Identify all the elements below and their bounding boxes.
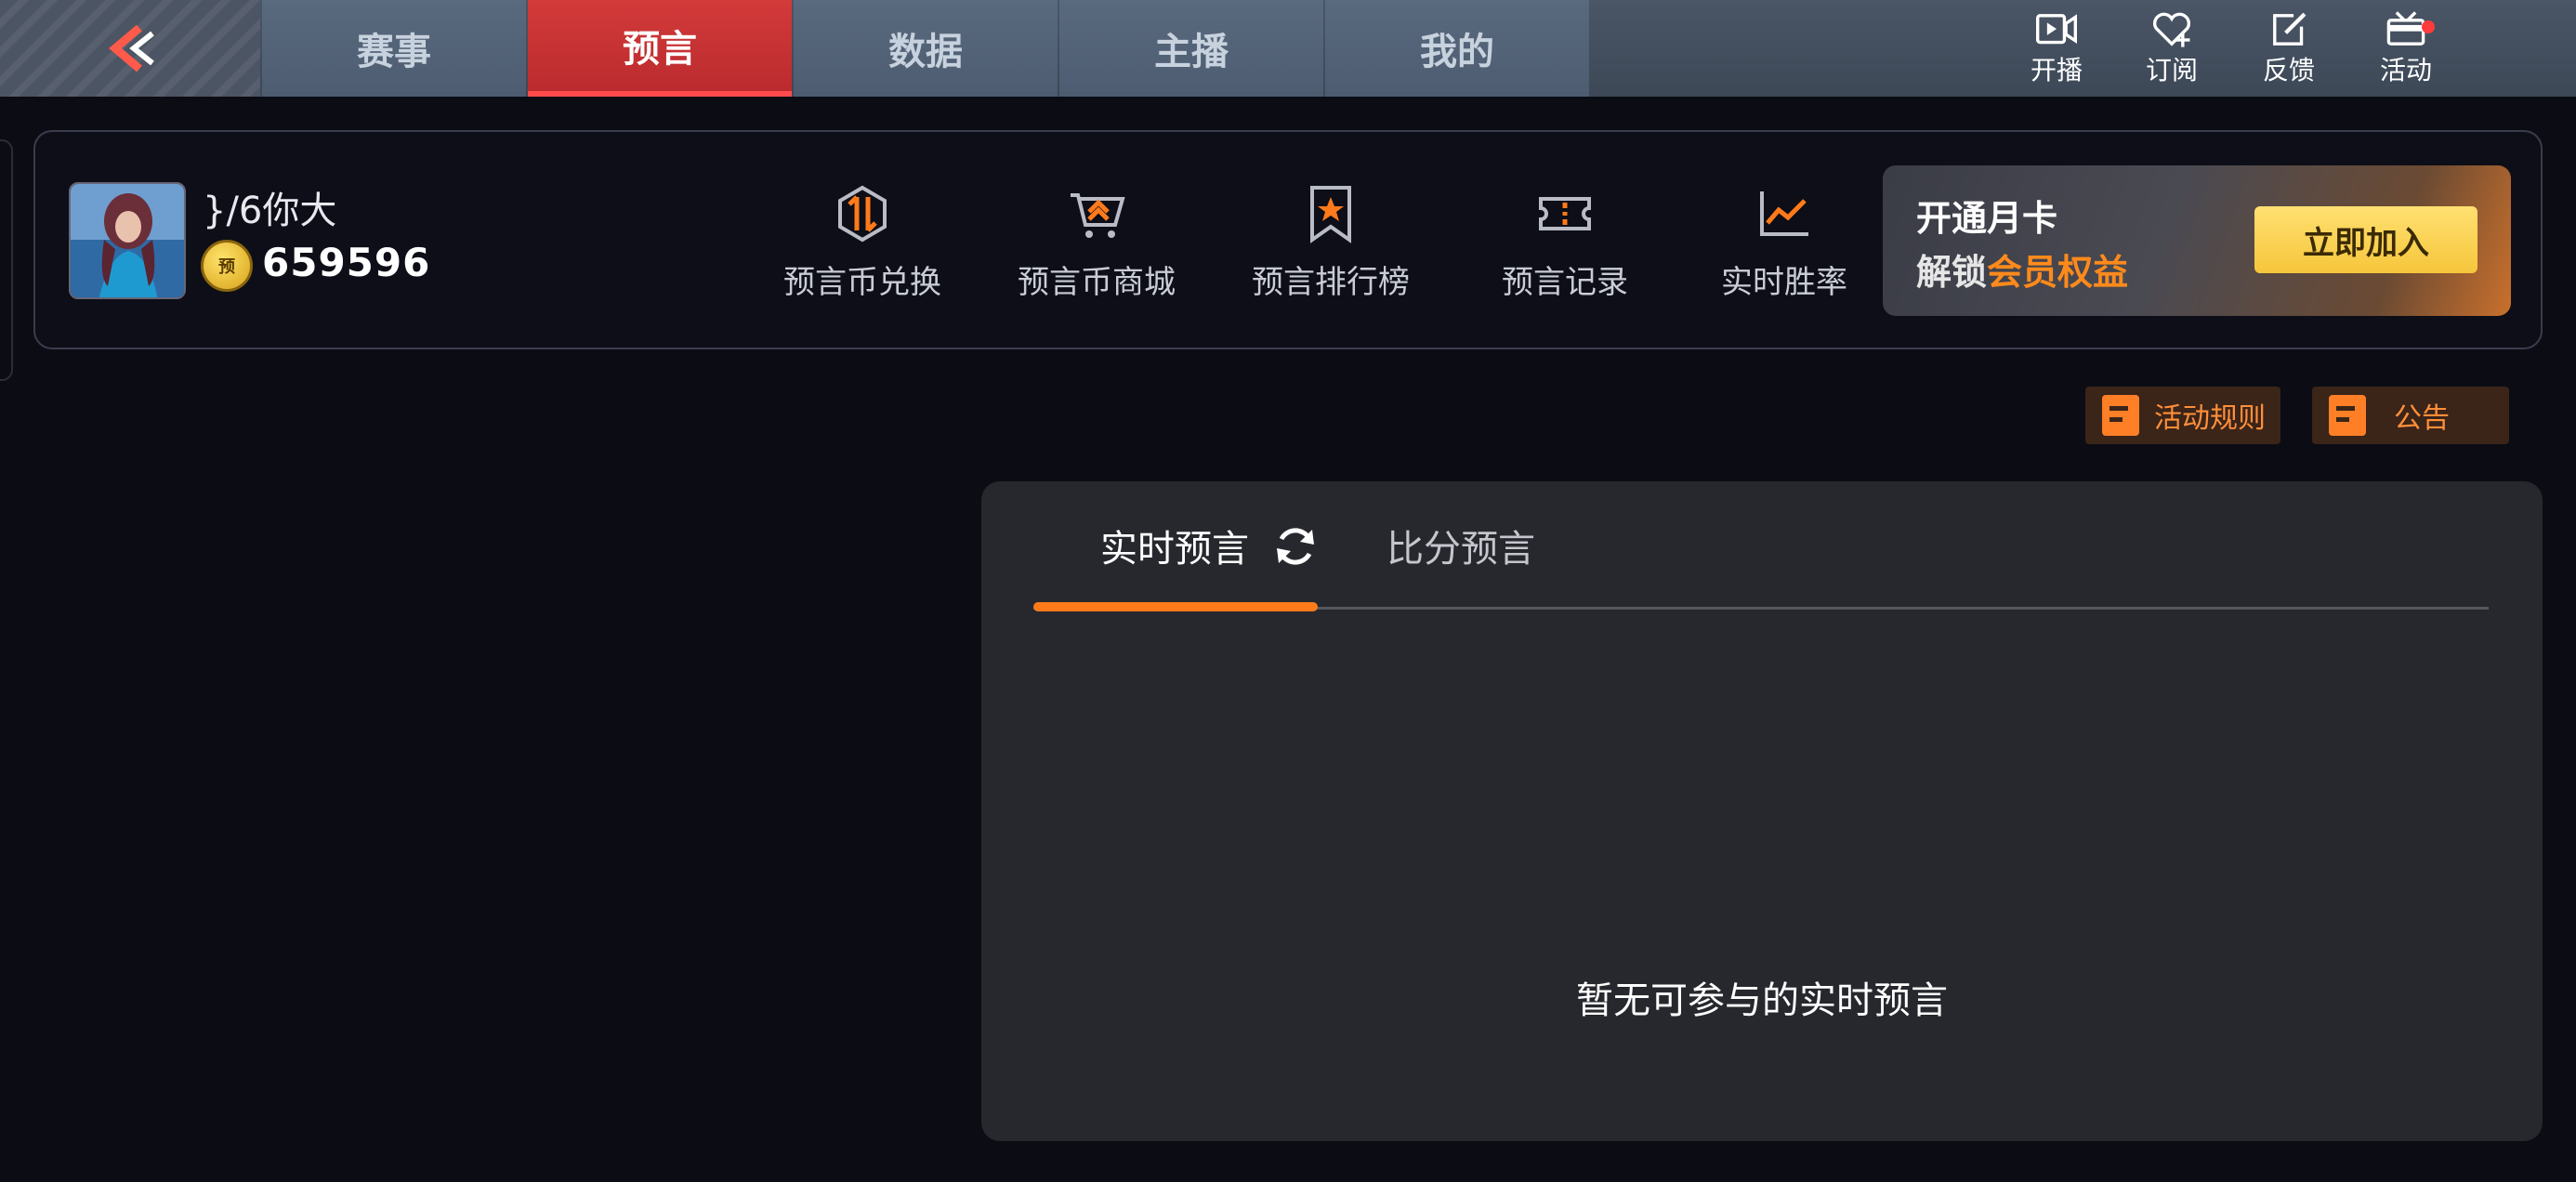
activity-rules-button[interactable]: 活动规则: [2085, 387, 2280, 444]
active-tab-indicator: [1033, 602, 1318, 611]
notice-label: 公告: [2394, 402, 2450, 435]
refresh-icon[interactable]: [1271, 522, 1320, 571]
promo-subtitle: 解锁会员权益: [1916, 243, 2128, 295]
side-drawer-handle[interactable]: [0, 139, 13, 381]
tab-prediction[interactable]: 预言: [528, 0, 792, 97]
top-navigation-bar: 赛事 预言 数据 主播 我的 开播 订阅 反馈 活动: [0, 0, 2576, 97]
coin-exchange-label: 预言币兑换: [783, 264, 941, 301]
tab-streamers[interactable]: 主播: [1059, 0, 1323, 97]
tab-data[interactable]: 数据: [794, 0, 1058, 97]
coin-exchange-button[interactable]: 预言币兑换: [769, 184, 955, 314]
notification-dot: [2422, 20, 2435, 33]
feedback-label: 反馈: [2262, 55, 2315, 85]
promo-title: 开通月卡: [1916, 198, 2058, 239]
activity-button[interactable]: 活动: [2364, 9, 2448, 87]
feedback-button[interactable]: 反馈: [2247, 9, 2331, 87]
leaderboard-button[interactable]: 预言排行榜: [1238, 184, 1424, 314]
shopping-cart-icon: [1071, 193, 1125, 238]
ranking-bookmark-icon: [1310, 186, 1351, 243]
activity-label: 活动: [2379, 55, 2432, 85]
monthly-card-banner[interactable]: 开通月卡 解锁会员权益 立即加入: [1883, 165, 2511, 316]
edit-icon: [2273, 12, 2307, 46]
promo-subtitle-highlight: 会员权益: [1987, 252, 2129, 293]
prediction-history-button[interactable]: 预言记录: [1472, 184, 1658, 314]
document-icon: [2102, 395, 2139, 436]
profile-card: }/6你大 预 659596 预言币兑换 预言币商城 预言排行榜 预言记录 实时…: [33, 130, 2543, 349]
tab-score-prediction[interactable]: 比分预言: [1387, 519, 1535, 572]
ticket-icon: [1539, 197, 1591, 230]
coin-mall-button[interactable]: 预言币商城: [1004, 184, 1189, 314]
avatar[interactable]: [69, 182, 186, 299]
prediction-coin-icon: 预: [201, 240, 253, 292]
prediction-history-label: 预言记录: [1502, 264, 1628, 301]
empty-state-message: 暂无可参与的实时预言: [1576, 979, 1948, 1022]
document-icon: [2329, 395, 2366, 436]
tab-mine[interactable]: 我的: [1325, 0, 1589, 97]
avatar-image: [71, 184, 184, 297]
coin-mall-label: 预言币商城: [1018, 264, 1176, 301]
exchange-icon: [838, 185, 887, 243]
live-winrate-button[interactable]: 实时胜率: [1691, 184, 1877, 314]
heart-plus-icon: [2152, 12, 2191, 47]
go-live-label: 开播: [2030, 55, 2083, 85]
prediction-panel: 实时预言 比分预言 暂无可参与的实时预言: [981, 481, 2543, 1141]
username: }/6你大: [203, 190, 337, 232]
coin-balance: 659596: [262, 240, 431, 285]
live-winrate-label: 实时胜率: [1721, 264, 1847, 301]
tab-events[interactable]: 赛事: [262, 0, 526, 97]
back-button[interactable]: [0, 0, 260, 97]
leaderboard-label: 预言排行榜: [1252, 264, 1410, 301]
coin-badge-text: 预: [218, 257, 235, 277]
promo-subtitle-prefix: 解锁: [1916, 252, 1988, 293]
activity-rules-label: 活动规则: [2154, 402, 2266, 435]
subscribe-label: 订阅: [2145, 55, 2198, 85]
subscribe-button[interactable]: 订阅: [2130, 9, 2214, 87]
notice-button[interactable]: 公告: [2312, 387, 2509, 444]
join-now-button[interactable]: 立即加入: [2254, 206, 2477, 273]
line-chart-icon: [1760, 191, 1808, 236]
tab-live-prediction[interactable]: 实时预言: [1100, 519, 1249, 572]
chevron-left-double-icon: [109, 24, 154, 72]
video-play-icon: [2036, 14, 2077, 45]
go-live-button[interactable]: 开播: [2015, 9, 2098, 87]
